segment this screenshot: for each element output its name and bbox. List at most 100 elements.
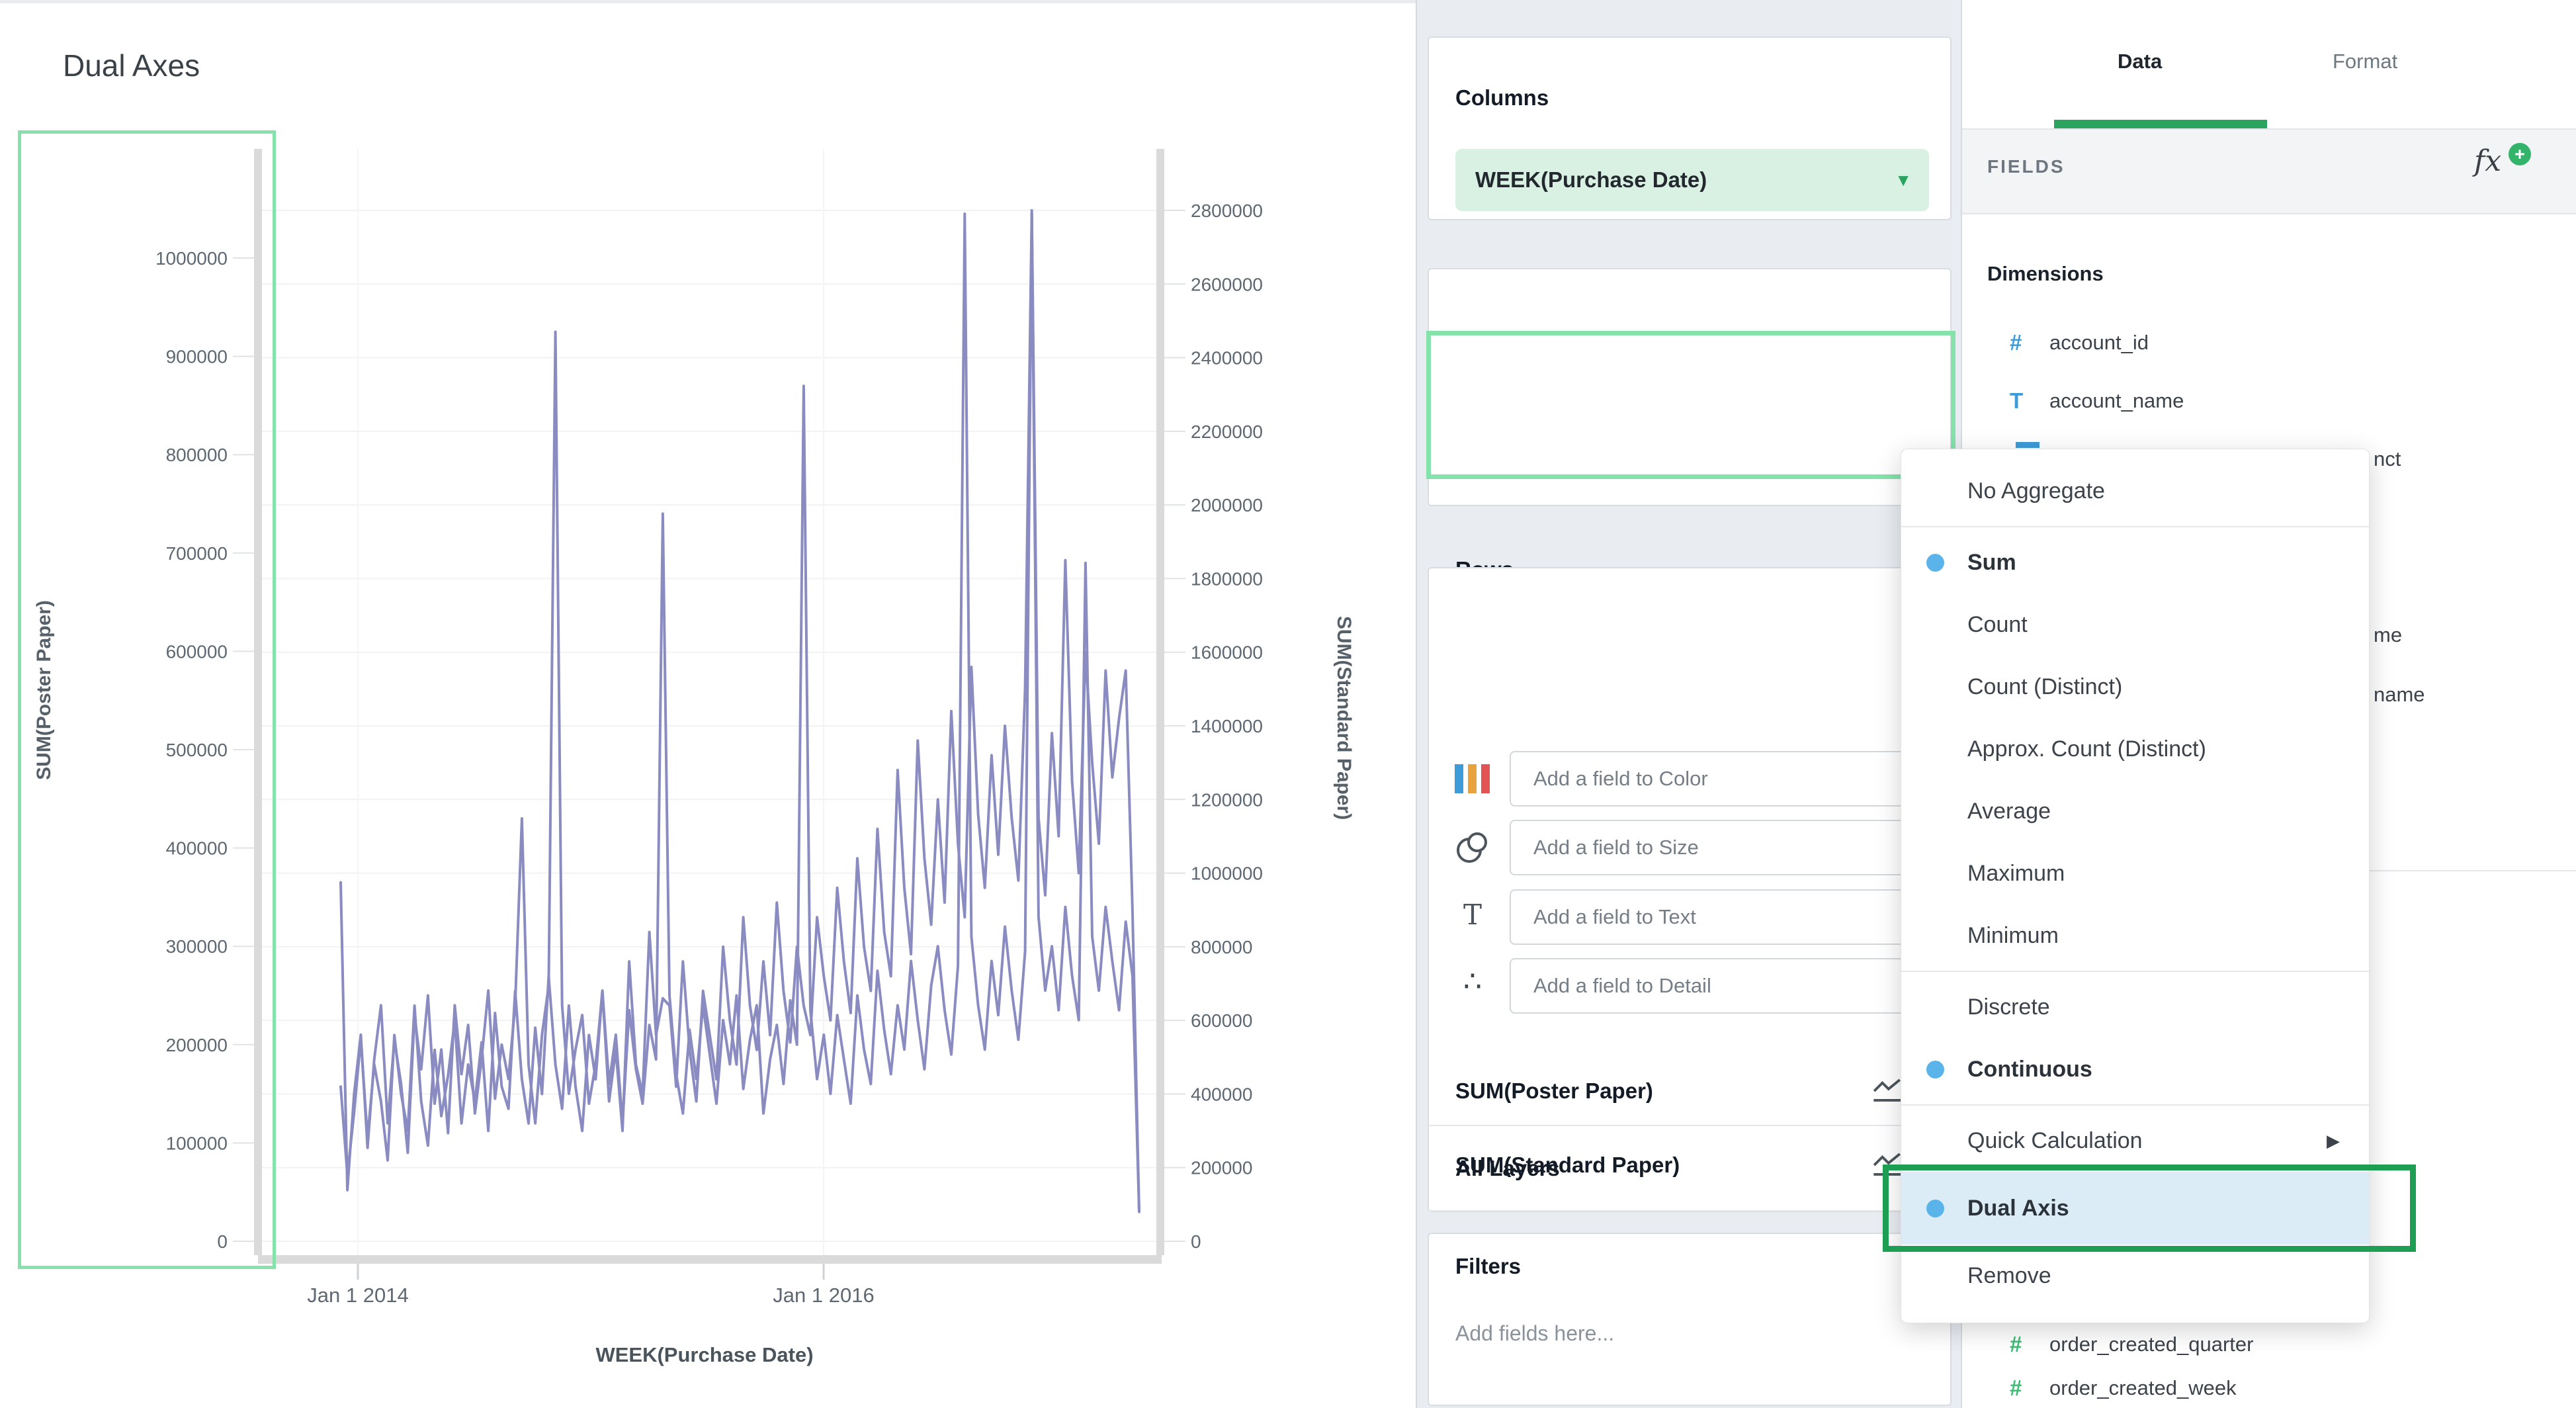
active-tab-indicator (2054, 120, 2267, 128)
right-axis-tick-label: 800000 (1191, 937, 1252, 957)
menu-item-approx-count-distinct-[interactable]: Approx. Count (Distinct) (1901, 718, 2369, 780)
menu-item-count-distinct-[interactable]: Count (Distinct) (1901, 656, 2369, 718)
annotation-rows-highlight (1426, 331, 1955, 479)
tab-data[interactable]: Data (2118, 50, 2162, 73)
right-axis-tick-label: 1400000 (1191, 716, 1263, 736)
field-slot-input[interactable] (1510, 889, 1940, 945)
fields-header: FIELDS (1987, 156, 2065, 177)
menu-item-minimum[interactable]: Minimum (1901, 904, 2369, 967)
encoding-slot-row: ∴ (1429, 958, 1950, 1014)
columns-card: Columns WEEK(Purchase Date) ▼ (1428, 36, 1952, 220)
chevron-down-icon[interactable]: ▼ (1895, 170, 1912, 191)
menu-item-sum[interactable]: Sum (1901, 531, 2369, 594)
menu-item-continuous[interactable]: Continuous (1901, 1038, 2369, 1100)
occluded-field-name-fragment: nct (2374, 447, 2401, 471)
menu-item-quick-calculation[interactable]: Quick Calculation ▶ (1901, 1110, 2369, 1172)
number-icon: # (2010, 1332, 2049, 1357)
selected-bullet-icon (1926, 1061, 1944, 1078)
right-axis-tick-label: 0 (1191, 1231, 1201, 1252)
right-axis-tick-label: 1600000 (1191, 642, 1263, 663)
menu-item-label: Count (Distinct) (1967, 674, 2122, 700)
add-formula-field-button[interactable]: fx + (2474, 144, 2531, 197)
menu-item-discrete[interactable]: Discrete (1901, 976, 2369, 1038)
field-name: order_created_week (2049, 1376, 2237, 1400)
field-name: order_created_quarter (2049, 1333, 2253, 1356)
right-axis-tick-label: 2400000 (1191, 348, 1263, 369)
annotation-left-axis-highlight (18, 130, 276, 1269)
menu-item-label: Sum (1967, 550, 2016, 576)
menu-item-remove[interactable]: Remove (1901, 1245, 2369, 1307)
menu-item-label: Average (1967, 799, 2051, 824)
menu-item-label: No Aggregate (1967, 478, 2105, 504)
field-item-order_created_week[interactable]: #order_created_week (1962, 1362, 2576, 1408)
columns-header: Columns (1455, 85, 1549, 110)
menu-item-label: Count (1967, 612, 2028, 638)
chart-title: Dual Axes (63, 48, 200, 83)
tab-format[interactable]: Format (2333, 50, 2397, 73)
right-axis-tick-label: 2000000 (1191, 495, 1263, 515)
dimension-item-account_id[interactable]: #account_id (1962, 316, 2576, 369)
right-axis-tick-label: 400000 (1191, 1084, 1252, 1104)
x-axis-tick-label: Jan 1 2014 (307, 1284, 408, 1307)
right-axis-title: SUM(Standard Paper) (1333, 616, 1355, 820)
x-axis-title: WEEK(Purchase Date) (595, 1343, 813, 1366)
divider (1429, 1125, 1950, 1126)
size-circles-icon (1453, 828, 1492, 869)
dimension-item-account_name[interactable]: Taccount_name (1962, 374, 2576, 427)
filters-drop-zone[interactable]: Add fields here... (1455, 1321, 1614, 1346)
app-window: 1000000900000800000700000600000500000400… (0, 0, 2576, 1408)
right-axis-tick-label: 2800000 (1191, 200, 1263, 221)
menu-item-label: Continuous (1967, 1057, 2092, 1082)
measure-row-label: SUM(Poster Paper) (1455, 1078, 1653, 1104)
plus-icon: + (2509, 143, 2531, 165)
field-name: account_name (2049, 389, 2184, 413)
encoding-slot-row (1429, 820, 1950, 875)
menu-divider (1901, 526, 2369, 527)
menu-item-label: Maximum (1967, 861, 2065, 887)
menu-item-label: Minimum (1967, 923, 2059, 949)
right-axis-tick-label: 1200000 (1191, 789, 1263, 810)
measure-row-SUM(Poster Paper)[interactable]: SUM(Poster Paper) (1429, 1060, 1950, 1123)
series-line-SUM(Poster Paper) (341, 214, 1139, 1211)
right-axis-tick-label: 2600000 (1191, 274, 1263, 294)
number-icon: # (2010, 330, 2049, 355)
measure-row-SUM(Standard Paper)[interactable]: SUM(Standard Paper) (1429, 1134, 1950, 1198)
encoding-slot-row (1429, 751, 1950, 807)
menu-item-label: Remove (1967, 1263, 2051, 1289)
menu-item-label: Quick Calculation (1967, 1128, 2143, 1154)
right-axis-bar (1156, 149, 1164, 1255)
detail-dots-icon: ∴ (1453, 965, 1492, 998)
menu-divider (1901, 1104, 2369, 1106)
right-axis-tick-label: 1800000 (1191, 568, 1263, 589)
fields-strip: FIELDS fx + (1962, 128, 2576, 214)
right-axis-tick-label: 2200000 (1191, 421, 1263, 442)
right-axis-tick-label: 1000000 (1191, 863, 1263, 884)
encoding-slot-row: T (1429, 889, 1950, 945)
menu-divider (1901, 971, 2369, 972)
layers-shelf-panel: Columns WEEK(Purchase Date) ▼ Rows SUM(P… (1416, 0, 1961, 1408)
pill-label: WEEK(Purchase Date) (1475, 167, 1895, 193)
menu-item-count[interactable]: Count (1901, 594, 2369, 656)
filters-header: Filters (1455, 1254, 1521, 1279)
x-axis-tick-label: Jan 1 2016 (773, 1284, 874, 1307)
field-name: account_id (2049, 331, 2149, 355)
menu-item-label: Approx. Count (Distinct) (1967, 736, 2206, 762)
menu-item-label: Discrete (1967, 994, 2050, 1020)
field-slot-input[interactable] (1510, 958, 1940, 1014)
menu-item-average[interactable]: Average (1901, 780, 2369, 842)
color-legend-icon (1455, 764, 1490, 793)
submenu-arrow-icon: ▶ (2327, 1131, 2340, 1151)
measure-row-label: SUM(Standard Paper) (1455, 1153, 1680, 1178)
columns-pill-week-purchase-date[interactable]: WEEK(Purchase Date) ▼ (1455, 149, 1929, 211)
menu-item-maximum[interactable]: Maximum (1901, 842, 2369, 904)
text-icon: T (1453, 899, 1492, 931)
menu-item-no-aggregate[interactable]: No Aggregate (1901, 460, 2369, 522)
occluded-field-name-fragment: me (2374, 623, 2402, 647)
x-axis-bar (258, 1255, 1162, 1264)
field-slot-input[interactable] (1510, 820, 1940, 875)
filters-card: Filters Add fields here... (1428, 1233, 1952, 1406)
line-chart-icon[interactable] (1872, 1077, 1904, 1108)
field-slot-input[interactable] (1510, 751, 1940, 807)
number-icon: # (2010, 1376, 2049, 1401)
right-axis-tick-label: 200000 (1191, 1158, 1252, 1178)
